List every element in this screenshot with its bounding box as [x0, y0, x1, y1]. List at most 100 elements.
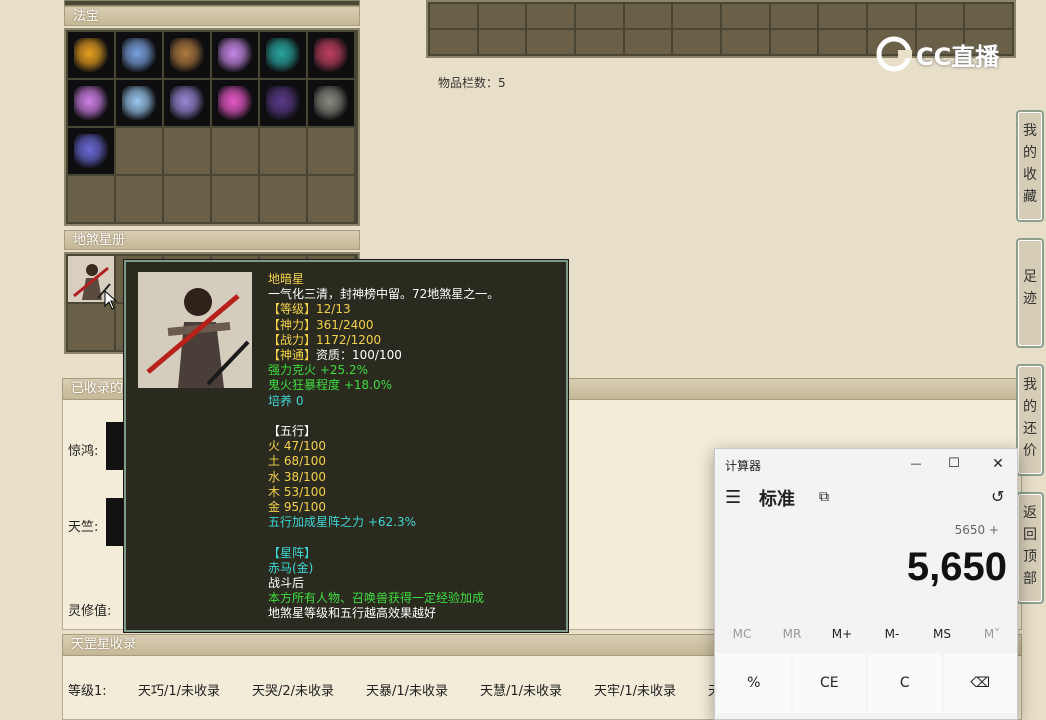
level-value: 12/13 [316, 302, 351, 317]
fabao-slot[interactable] [164, 32, 210, 78]
bargain-tab-label: 我的还价 [1023, 377, 1037, 459]
gold-orb-item-icon [74, 38, 108, 72]
clear-key[interactable]: C [868, 653, 942, 713]
jinghong-thumb[interactable] [106, 422, 126, 470]
violet-sword-item-icon [170, 86, 204, 120]
inventory-slot[interactable] [965, 4, 1012, 28]
footprint-tab[interactable]: 足迹 [1016, 238, 1044, 348]
calculator-display: 5,650 [906, 545, 1007, 589]
keypad: % CE C ⌫ [717, 653, 1017, 713]
zhanli-key: 【战力】 [268, 332, 317, 347]
fabao-slot[interactable] [260, 32, 306, 78]
inventory-slot[interactable] [430, 4, 477, 28]
inventory-slot[interactable] [576, 30, 623, 54]
backspace-key[interactable]: ⌫ [943, 653, 1017, 713]
inventory-slot[interactable] [868, 4, 915, 28]
inventory-slot[interactable] [478, 4, 526, 28]
tianzhu-label: 天竺: [68, 520, 99, 535]
maximize-button[interactable]: ☐ [939, 453, 969, 475]
shenli-key: 【神力】 [268, 317, 317, 332]
wuxing-bonus: 五行加成星阵之力 +62.3% [268, 515, 416, 530]
fabao-slot[interactable] [212, 32, 258, 78]
tiangang-item[interactable]: 天牢/1/未收录 [594, 680, 676, 699]
inventory-slot[interactable] [673, 30, 720, 54]
mouse-cursor-icon [104, 290, 118, 310]
ice-claw-item-icon [122, 86, 156, 120]
shentong-value: 资质：100/100 [316, 348, 402, 363]
calculator-expression: 5650 + [954, 523, 999, 537]
fabao-slot[interactable] [260, 80, 306, 126]
fabao-slot[interactable] [68, 32, 114, 78]
calculator-window: 计算器 — ☐ ✕ ☰ 标准 ⧉ ↺ 5650 + 5,650 MC MR M+… [714, 448, 1018, 720]
lingxiu-label: 灵修值: [68, 604, 112, 619]
inventory-slot[interactable] [478, 30, 526, 54]
fabao-slot[interactable] [116, 80, 162, 126]
empty-slot [260, 128, 306, 174]
inventory-slot[interactable] [819, 30, 866, 54]
lute-item-icon [170, 38, 204, 72]
wuxing-fire: 火 47/100 [268, 439, 327, 454]
inventory-slot[interactable] [624, 4, 672, 28]
memory-store-button[interactable]: MS [917, 627, 967, 641]
favorites-tab[interactable]: 我的收藏 [1016, 110, 1044, 222]
zhanli-value: 1172/1200 [316, 332, 382, 347]
tiangang-item[interactable]: 天哭/2/未收录 [252, 680, 334, 699]
card-portrait [138, 272, 252, 388]
wuxing-water: 水 38/100 [268, 469, 327, 484]
xingzhen-trigger: 战斗后 [268, 576, 305, 591]
disha-title: 地煞星册 [73, 233, 126, 248]
inventory-slot[interactable] [916, 4, 964, 28]
footprint-tab-label: 足迹 [1023, 269, 1037, 307]
memory-add-button[interactable]: M+ [817, 627, 867, 641]
inventory-slot[interactable] [819, 4, 866, 28]
tiangang-level-label: 等级1: [68, 684, 107, 699]
favorites-tab-label: 我的收藏 [1023, 123, 1037, 205]
memory-list-button[interactable]: M˅ [967, 627, 1017, 641]
inventory-slot[interactable] [770, 4, 818, 28]
empty-slot [116, 176, 162, 222]
inventory-slot[interactable] [722, 4, 769, 28]
dark-orb-item-icon [266, 86, 300, 120]
warrior-portrait-icon [138, 272, 252, 388]
memory-subtract-button[interactable]: M- [867, 627, 917, 641]
percent-key[interactable]: % [717, 653, 791, 713]
fabao-slot[interactable] [308, 80, 354, 126]
calculator-mode: 标准 [759, 489, 795, 510]
collected-title: 已收录的 [71, 381, 124, 396]
close-button[interactable]: ✕ [983, 453, 1013, 475]
tiangang-item[interactable]: 天慧/1/未收录 [480, 680, 562, 699]
inventory-slot[interactable] [722, 30, 769, 54]
pink-lantern-item-icon [218, 86, 252, 120]
inventory-slot[interactable] [527, 30, 574, 54]
menu-icon[interactable]: ☰ [725, 487, 741, 508]
fabao-slot[interactable] [308, 32, 354, 78]
history-icon[interactable]: ↺ [991, 487, 1004, 506]
inventory-slot[interactable] [430, 30, 477, 54]
memory-clear-button[interactable]: MC [717, 627, 767, 641]
inventory-slot[interactable] [673, 4, 720, 28]
card-tooltip: 地暗星 一气化三清，封神榜中留。72地煞星之一。 【等级】12/13 【神力】3… [124, 260, 568, 632]
inventory-slot[interactable] [624, 30, 672, 54]
fabao-slot[interactable] [212, 80, 258, 126]
peiyang-line: 培养 0 [268, 393, 304, 408]
tiangang-item[interactable]: 天巧/1/未收录 [138, 680, 220, 699]
fabao-slot[interactable] [68, 80, 114, 126]
memory-row: MC MR M+ M- MS M˅ [717, 627, 1017, 641]
inventory-slot[interactable] [770, 30, 818, 54]
inventory-slot[interactable] [527, 4, 574, 28]
empty-slot [260, 176, 306, 222]
xingzhen-note: 地煞星等级和五行越高效果越好 [268, 606, 437, 621]
clear-entry-key[interactable]: CE [792, 653, 866, 713]
bargain-tab[interactable]: 我的还价 [1016, 364, 1044, 476]
tiangang-item[interactable]: 天暴/1/未收录 [366, 680, 448, 699]
tianzhu-thumb[interactable] [106, 498, 126, 546]
minimize-button[interactable]: — [901, 453, 931, 475]
inventory-slot[interactable] [576, 4, 623, 28]
empty-slot [68, 176, 114, 222]
fabao-slot[interactable] [116, 32, 162, 78]
back-top-tab[interactable]: 返回顶部 [1016, 492, 1044, 604]
fabao-slot[interactable] [164, 80, 210, 126]
fabao-slot[interactable] [68, 128, 114, 174]
memory-recall-button[interactable]: MR [767, 627, 817, 641]
keep-on-top-icon[interactable]: ⧉ [819, 489, 829, 505]
